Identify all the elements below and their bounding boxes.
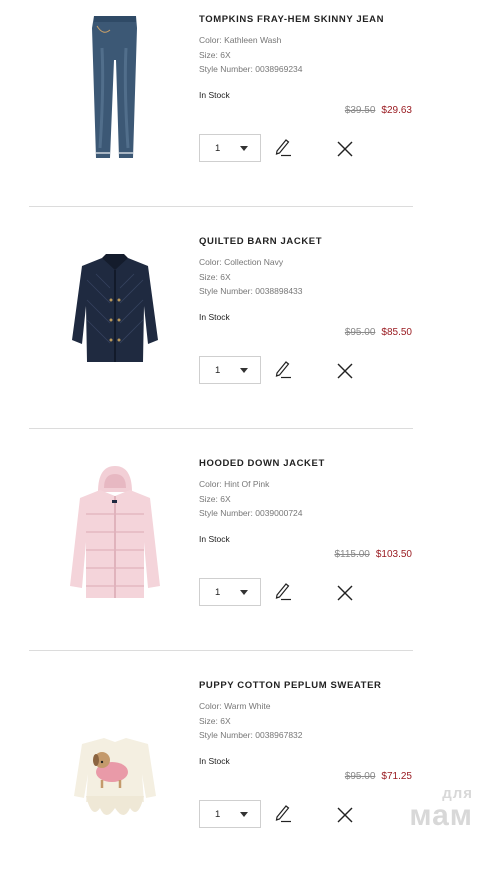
product-color: Color: Kathleen Wash [199,33,429,48]
jeans-icon [92,16,137,158]
caret-down-icon [240,590,248,595]
product-name[interactable]: HOODED DOWN JACKET [199,458,429,469]
pencil-icon[interactable] [274,359,292,379]
size-label: Size: [199,271,218,282]
quantity-value: 1 [215,143,221,154]
divider [29,650,413,651]
product-size: Size: 6X [199,48,429,63]
original-price: $115.00 [334,549,370,560]
price-block: $39.50 $29.63 [345,105,412,116]
stock-status: In Stock [199,533,230,544]
original-price: $39.50 [344,105,376,116]
watermark: для мам [409,786,473,831]
style-label: Style Number: [199,508,253,518]
product-style-number: Style Number: 0038898433 [199,284,429,299]
cart-item: TOMPKINS FRAY-HEM SKINNY JEAN Color: Kat… [0,0,487,222]
original-price: $95.00 [344,771,376,782]
style-value: 0038969234 [255,64,303,74]
size-value: 6X [220,271,231,282]
product-color: Color: Collection Navy [199,255,429,270]
style-value: 0039000724 [255,508,303,518]
product-size: Size: 6X [199,492,429,507]
cart-item: HOODED DOWN JACKET Color: Hint Of Pink S… [0,444,487,666]
stock-status: In Stock [199,311,230,322]
sale-price: $29.63 [381,105,412,116]
product-image[interactable] [40,452,190,602]
sale-price: $103.50 [375,549,412,560]
product-size: Size: 6X [199,714,429,729]
color-label: Color: [199,701,222,711]
color-value: Collection Navy [224,257,284,267]
pencil-icon[interactable] [274,137,292,157]
product-style-number: Style Number: 0038969234 [199,62,429,77]
quantity-select[interactable]: 1 [199,578,261,606]
quantity-value: 1 [215,809,221,820]
sale-price: $85.50 [381,327,412,338]
color-value: Warm White [224,701,271,711]
watermark-line-2: мам [409,799,473,832]
quantity-value: 1 [215,587,221,598]
quantity-value: 1 [215,365,221,376]
caret-down-icon [240,146,248,151]
product-color: Color: Warm White [199,699,429,714]
size-label: Size: [199,49,218,60]
original-price: $95.00 [344,327,376,338]
price-block: $115.00 $103.50 [334,549,412,560]
size-label: Size: [199,715,218,726]
quantity-select[interactable]: 1 [199,800,261,828]
style-label: Style Number: [199,64,253,74]
price-block: $95.00 $71.25 [345,771,412,782]
product-image[interactable] [40,674,190,824]
color-label: Color: [199,257,222,267]
down-jacket-icon [70,466,160,598]
stock-status: In Stock [199,89,230,100]
product-style-number: Style Number: 0038967832 [199,728,429,743]
size-value: 6X [220,49,231,60]
product-color: Color: Hint Of Pink [199,477,429,492]
caret-down-icon [240,368,248,373]
style-value: 0038898433 [255,286,303,296]
cart-item: PUPPY COTTON PEPLUM SWEATER Color: Warm … [0,666,487,888]
cart-item: QUILTED BARN JACKET Color: Collection Na… [0,222,487,444]
style-label: Style Number: [199,730,253,740]
product-name[interactable]: PUPPY COTTON PEPLUM SWEATER [199,680,429,691]
close-icon[interactable] [336,806,354,824]
quantity-select[interactable]: 1 [199,356,261,384]
product-name[interactable]: QUILTED BARN JACKET [199,236,429,247]
size-value: 6X [220,493,231,504]
close-icon[interactable] [336,584,354,602]
pencil-icon[interactable] [274,803,292,823]
color-value: Kathleen Wash [224,35,282,45]
pencil-icon[interactable] [274,581,292,601]
divider [29,206,413,207]
caret-down-icon [240,812,248,817]
color-label: Color: [199,479,222,489]
product-name[interactable]: TOMPKINS FRAY-HEM SKINNY JEAN [199,14,429,25]
size-value: 6X [220,715,231,726]
quantity-select[interactable]: 1 [199,134,261,162]
quilted-jacket-icon [72,254,158,362]
price-block: $95.00 $85.50 [345,327,412,338]
color-value: Hint Of Pink [224,479,270,489]
product-image[interactable] [40,230,190,380]
product-size: Size: 6X [199,270,429,285]
close-icon[interactable] [336,140,354,158]
style-value: 0038967832 [255,730,303,740]
size-label: Size: [199,493,218,504]
divider [29,428,413,429]
puppy-sweater-icon [74,738,156,815]
product-style-number: Style Number: 0039000724 [199,506,429,521]
close-icon[interactable] [336,362,354,380]
product-image[interactable] [40,8,190,158]
style-label: Style Number: [199,286,253,296]
sale-price: $71.25 [381,771,412,782]
color-label: Color: [199,35,222,45]
stock-status: In Stock [199,755,230,766]
